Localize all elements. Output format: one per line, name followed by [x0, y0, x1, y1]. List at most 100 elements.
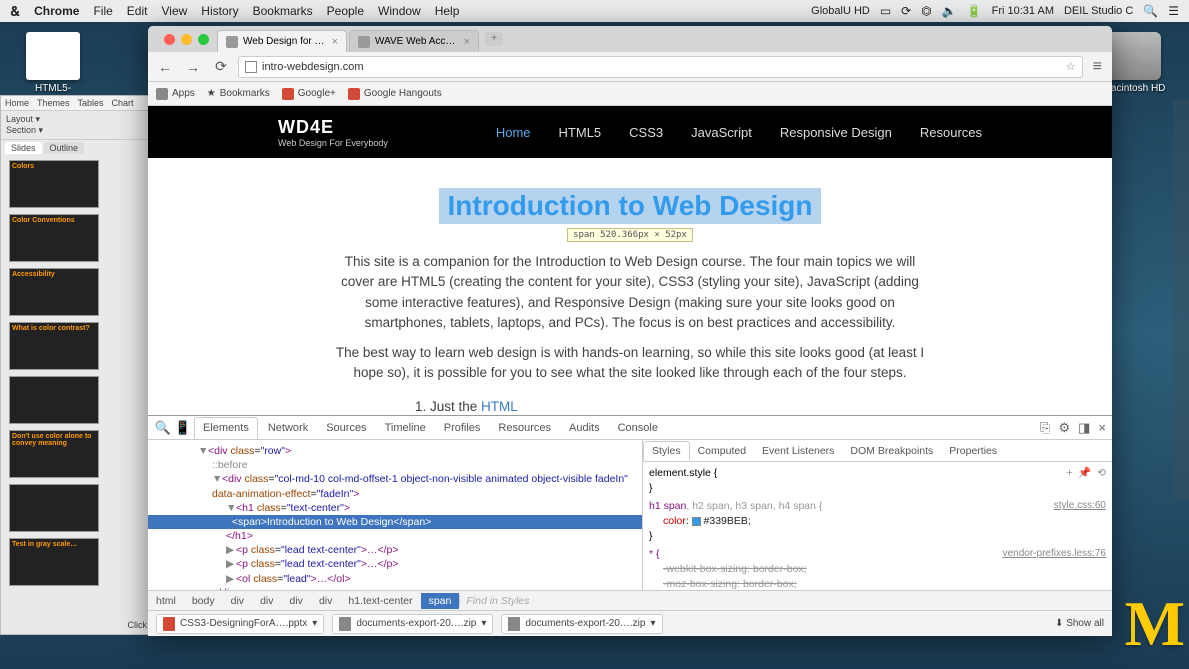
nav-css3[interactable]: CSS3 — [629, 125, 663, 140]
menu-edit[interactable]: Edit — [127, 4, 148, 18]
app-name[interactable]: Chrome — [34, 4, 79, 18]
chevron-down-icon[interactable]: ▾ — [481, 618, 486, 629]
menu-file[interactable]: File — [93, 4, 112, 18]
ppt-slide[interactable]: Colors — [9, 160, 99, 208]
spotlight-icon[interactable]: 🔍 — [1143, 4, 1158, 18]
close-window-icon[interactable] — [164, 34, 175, 45]
nav-home[interactable]: Home — [496, 125, 531, 140]
ppt-slide[interactable]: What is color contrast? — [9, 322, 99, 370]
ppt-layout[interactable]: Layout ▾ — [6, 114, 146, 125]
bookmark-googleplus[interactable]: Google+ — [282, 88, 336, 100]
devtools-tab-audits[interactable]: Audits — [561, 418, 608, 438]
site-brand[interactable]: WD4E Web Design For Everybody — [278, 117, 388, 148]
crumb[interactable]: h1.text-center — [340, 593, 420, 609]
devtools-tab-network[interactable]: Network — [260, 418, 316, 438]
styles-tab-styles[interactable]: Styles — [643, 441, 690, 461]
devtools-dock-icon[interactable]: ◨ — [1078, 420, 1090, 436]
show-all-downloads[interactable]: ⬇ Show all — [1055, 618, 1104, 629]
user-name[interactable]: DEIL Studio C — [1064, 5, 1133, 17]
styles-tab-properties[interactable]: Properties — [941, 442, 1005, 460]
nav-javascript[interactable]: JavaScript — [691, 125, 752, 140]
zoom-window-icon[interactable] — [198, 34, 209, 45]
link-html[interactable]: HTML — [481, 399, 518, 414]
styles-tab-breakpoints[interactable]: DOM Breakpoints — [842, 442, 941, 460]
ppt-section[interactable]: Section ▾ — [6, 125, 146, 136]
ppt-tab-tables[interactable]: Tables — [78, 98, 104, 108]
ppt-slide[interactable] — [9, 376, 99, 424]
ppt-slide[interactable] — [9, 484, 99, 532]
bookmark-star[interactable]: ★Bookmarks — [207, 88, 270, 99]
clock[interactable]: Fri 10:31 AM — [992, 5, 1054, 17]
nav-resources[interactable]: Resources — [920, 125, 982, 140]
color-swatch-icon[interactable] — [692, 517, 701, 526]
apple-menu-icon[interactable]: 🙴 — [10, 3, 20, 20]
devtools-tab-elements[interactable]: Elements — [194, 417, 258, 439]
dom-selected-node[interactable]: <span>Introduction to Web Design</span> — [148, 515, 642, 529]
devtools-settings-icon[interactable]: ⚙ — [1058, 420, 1070, 436]
chrome-menu-icon[interactable]: ≡ — [1089, 58, 1106, 76]
notification-center-icon[interactable]: ☰ — [1168, 4, 1179, 18]
browser-tab-active[interactable]: Web Design for Everyone × — [217, 30, 347, 52]
ppt-tab-slides[interactable]: Slides — [5, 142, 42, 154]
menu-window[interactable]: Window — [378, 4, 421, 18]
ppt-tab-themes[interactable]: Themes — [37, 98, 70, 108]
battery-icon[interactable]: 🔋 — [967, 4, 982, 18]
ppt-tab-charts[interactable]: Chart — [112, 98, 134, 108]
dom-tree[interactable]: ▼<div class="row"> ::before ▼<div class=… — [148, 440, 642, 590]
ppt-slides-panel[interactable]: Colors Color Conventions Accessibility W… — [1, 156, 151, 596]
chevron-down-icon[interactable]: ▾ — [650, 618, 655, 629]
style-source-link[interactable]: style.css:60 — [1054, 499, 1106, 513]
bookmark-hangouts[interactable]: Google Hangouts — [348, 88, 442, 100]
crumb[interactable]: div — [252, 593, 281, 609]
devtools-tab-console[interactable]: Console — [610, 418, 666, 438]
wifi-icon[interactable]: ⏣ — [921, 4, 931, 18]
menu-view[interactable]: View — [161, 4, 187, 18]
menu-people[interactable]: People — [327, 4, 364, 18]
menu-history[interactable]: History — [201, 4, 238, 18]
new-tab-button[interactable]: + — [485, 32, 503, 46]
devtools-drawer-icon[interactable]: ⎘ — [1040, 420, 1050, 436]
bookmark-apps[interactable]: Apps — [156, 88, 195, 100]
crumb[interactable]: div — [223, 593, 252, 609]
crumb[interactable]: div — [282, 593, 311, 609]
ppt-slide[interactable]: Don't use color alone to convey meaning — [9, 430, 99, 478]
close-tab-icon[interactable]: × — [332, 36, 338, 48]
menu-bookmarks[interactable]: Bookmarks — [253, 4, 313, 18]
download-item[interactable]: CSS3-DesigningForA….pptx▾ — [156, 614, 324, 634]
styles-tab-computed[interactable]: Computed — [690, 442, 754, 460]
volume-icon[interactable]: 🔈 — [942, 4, 957, 18]
reload-button[interactable]: ⟳ — [210, 56, 232, 78]
browser-tab[interactable]: WAVE Web Accessibility T × — [349, 30, 479, 52]
devtools-tab-timeline[interactable]: Timeline — [377, 418, 434, 438]
ppt-tab-outline[interactable]: Outline — [44, 142, 85, 154]
minimize-window-icon[interactable] — [181, 34, 192, 45]
inspect-icon[interactable]: 🔍 — [154, 420, 172, 436]
chevron-down-icon[interactable]: ▾ — [312, 618, 317, 629]
bookmark-star-icon[interactable]: ☆ — [1066, 60, 1076, 73]
styles-tab-listeners[interactable]: Event Listeners — [754, 442, 842, 460]
sync-icon[interactable]: ⟳ — [901, 4, 911, 18]
style-source-link[interactable]: vendor-prefixes.less:76 — [1003, 547, 1106, 561]
crumb[interactable]: body — [184, 593, 223, 609]
crumb[interactable]: div — [311, 593, 340, 609]
ppt-slide[interactable]: Test in gray scale… — [9, 538, 99, 586]
ppt-slide[interactable]: Color Conventions — [9, 214, 99, 262]
download-item[interactable]: documents-export-20….zip▾ — [332, 614, 493, 634]
devtools-tab-sources[interactable]: Sources — [318, 418, 374, 438]
styles-body[interactable]: + 📌 ⟲ element.style { } style.css:60 h1 … — [643, 462, 1112, 590]
back-button[interactable]: ← — [154, 56, 176, 78]
nav-html5[interactable]: HTML5 — [559, 125, 602, 140]
ppt-slide[interactable]: Accessibility — [9, 268, 99, 316]
address-bar[interactable]: intro-webdesign.com ☆ — [238, 56, 1083, 78]
menu-help[interactable]: Help — [435, 4, 460, 18]
screen-icon[interactable]: ▭ — [880, 4, 891, 18]
forward-button[interactable]: → — [182, 56, 204, 78]
devtools-tab-resources[interactable]: Resources — [490, 418, 559, 438]
nav-responsive[interactable]: Responsive Design — [780, 125, 892, 140]
ppt-tab-home[interactable]: Home — [5, 98, 29, 108]
devtools-tab-profiles[interactable]: Profiles — [436, 418, 489, 438]
styles-filter[interactable]: Find in Styles — [459, 595, 1112, 607]
device-icon[interactable]: 📱 — [174, 420, 192, 436]
crumb[interactable]: html — [148, 593, 184, 609]
close-tab-icon[interactable]: × — [464, 36, 470, 48]
